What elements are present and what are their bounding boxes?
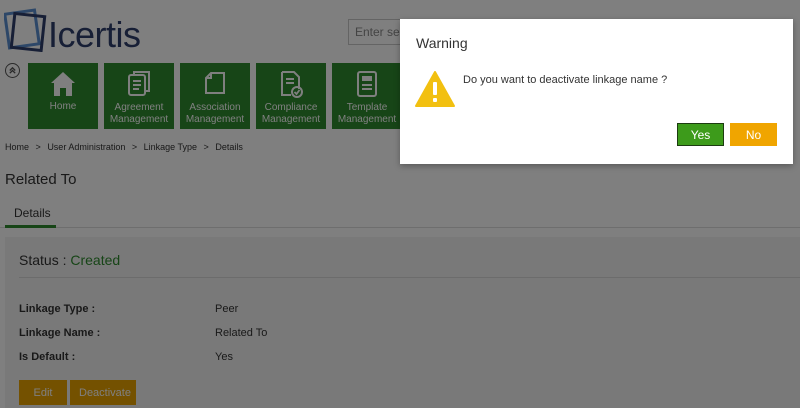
- dialog-message: Do you want to deactivate linkage name ?: [463, 74, 668, 86]
- dialog-title: Warning: [416, 35, 468, 51]
- no-button[interactable]: No: [730, 123, 777, 146]
- warning-dialog: Warning Do you want to deactivate linkag…: [400, 19, 793, 164]
- warning-triangle-icon: [415, 71, 455, 107]
- yes-button[interactable]: Yes: [677, 123, 724, 146]
